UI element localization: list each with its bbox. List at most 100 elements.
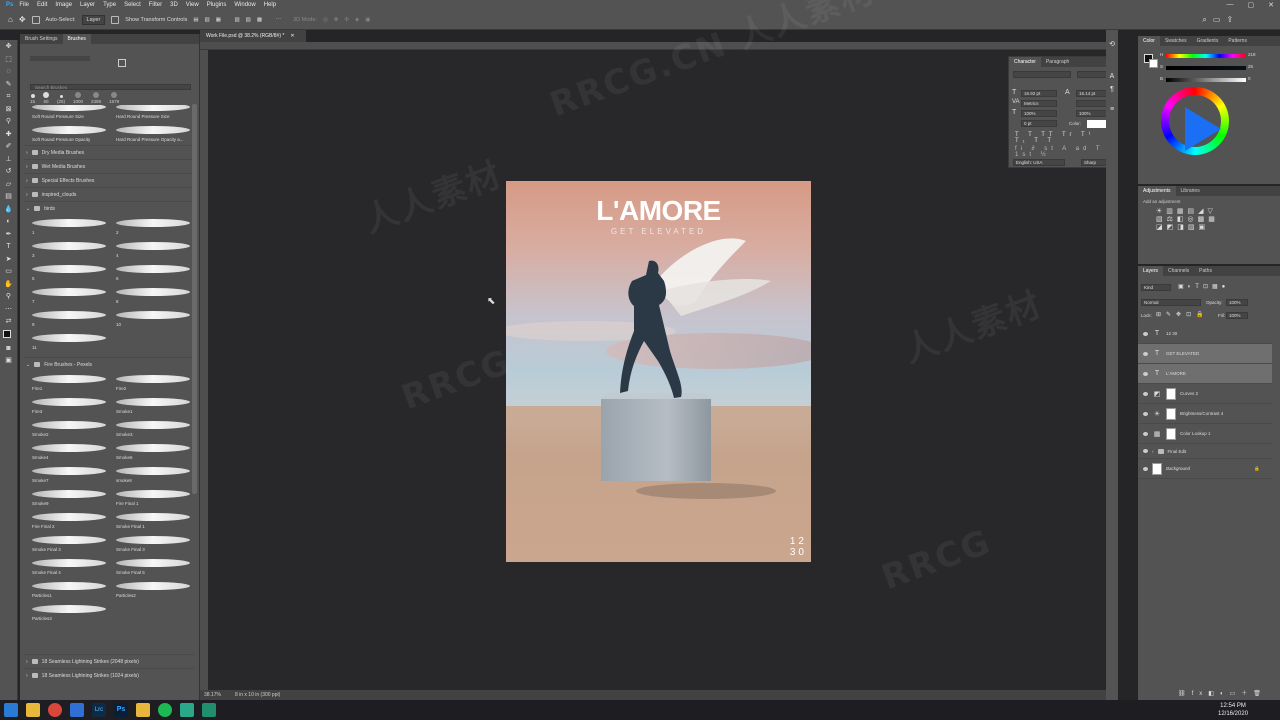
- hand-icon[interactable]: ✋: [4, 280, 14, 290]
- recent-brush[interactable]: 2398: [91, 92, 101, 104]
- brush-item[interactable]: Smoke7: [32, 463, 106, 486]
- document-tab[interactable]: Work File.psd @ 38.2% (RGB/8#) * ✕: [200, 30, 306, 42]
- properties-panel-icon[interactable]: ≡: [1107, 105, 1117, 115]
- brush-item[interactable]: Fire2: [116, 371, 190, 394]
- eye-icon[interactable]: [1143, 351, 1148, 356]
- brush-item[interactable]: 7: [32, 284, 106, 307]
- menu-plugins[interactable]: Plugins: [207, 2, 227, 8]
- share-icon[interactable]: ⇪: [1226, 15, 1233, 24]
- brush-item[interactable]: 4: [116, 238, 190, 261]
- stamp-icon[interactable]: ⊥: [4, 155, 14, 165]
- document-size[interactable]: 8 in x 10 in (300 ppi): [235, 692, 280, 698]
- brush-item[interactable]: Fire3: [32, 394, 106, 417]
- layer-row[interactable]: ◩ Curves 2: [1138, 384, 1272, 404]
- text-style-icons[interactable]: T T TT Tr T¹ T₁ T T: [1015, 132, 1113, 144]
- tab-brush-settings[interactable]: Brush Settings: [20, 34, 63, 44]
- tab-swatches[interactable]: Swatches: [1160, 36, 1192, 46]
- app-icon[interactable]: [180, 703, 194, 717]
- brush-item[interactable]: 3: [32, 238, 106, 261]
- brush-item[interactable]: Particles3: [32, 601, 106, 624]
- recent-brush[interactable]: 15: [30, 94, 35, 104]
- move-icon[interactable]: ✥: [4, 42, 14, 52]
- brush-item[interactable]: 9: [32, 307, 106, 330]
- eye-icon[interactable]: [1143, 331, 1148, 336]
- brush-item[interactable]: Smoke2: [32, 417, 106, 440]
- brush-folder[interactable]: › 18 Seamless Lightning Strikes (2048 pix…: [24, 654, 194, 668]
- brush-item[interactable]: Hard Round Pressure Size: [116, 105, 190, 122]
- move-tool-icon[interactable]: ✥: [19, 15, 26, 24]
- poster-artwork[interactable]: L'AMORE GET ELEVATED 12 30: [506, 181, 811, 562]
- menu-edit[interactable]: Edit: [37, 2, 47, 8]
- recent-brush[interactable]: 1679: [109, 92, 119, 104]
- color-triangle[interactable]: [1185, 107, 1221, 151]
- brush-item[interactable]: Smoke9: [32, 486, 106, 509]
- tab-adjustments[interactable]: Adjustments: [1138, 186, 1176, 196]
- layer-row[interactable]: T L'AMORE: [1138, 364, 1272, 384]
- tab-character[interactable]: Character: [1009, 57, 1041, 67]
- lock-icons[interactable]: ⊞✎✥⊡🔒: [1156, 311, 1209, 318]
- brush-icon[interactable]: ✐: [4, 142, 14, 152]
- layer-row[interactable]: ☀ Brightness/Contrast 4: [1138, 404, 1272, 424]
- auto-select-dropdown[interactable]: Layer: [81, 14, 106, 25]
- swap-colors-icon[interactable]: ⇄: [4, 317, 14, 327]
- brush-item[interactable]: Smoke Final 3: [116, 532, 190, 555]
- eye-icon[interactable]: [1143, 466, 1148, 471]
- recent-brush[interactable]: 60: [43, 92, 50, 104]
- brightness-slider[interactable]: [1166, 78, 1246, 82]
- brush-folder[interactable]: › 18 Seamless Lightning Strikes (1024 pix…: [24, 668, 194, 682]
- font-family-dropdown[interactable]: [1013, 71, 1071, 78]
- brush-panel-scrollbar[interactable]: [192, 104, 197, 494]
- brush-item[interactable]: 6: [116, 261, 190, 284]
- layer-row[interactable]: T 12 30: [1138, 324, 1272, 344]
- eyedropper-icon[interactable]: ⚲: [4, 117, 14, 127]
- blend-mode-dropdown[interactable]: Normal: [1141, 299, 1201, 306]
- paragraph-panel-icon[interactable]: ¶: [1107, 85, 1117, 95]
- h-value[interactable]: 218: [1248, 52, 1256, 57]
- recent-brush[interactable]: (25): [57, 95, 65, 104]
- brush-folder[interactable]: › Wet Media Brushes: [24, 159, 194, 173]
- brush-item[interactable]: Smoke Final 1: [116, 509, 190, 532]
- brush-folder-open[interactable]: ⌄ birds: [24, 201, 194, 215]
- path-select-icon[interactable]: ➤: [4, 255, 14, 265]
- brush-folder[interactable]: › inspired_clouds: [24, 187, 194, 201]
- eye-icon[interactable]: [1143, 391, 1148, 396]
- chrome-icon[interactable]: [48, 703, 62, 717]
- zoom-level[interactable]: 38.17%: [204, 692, 221, 698]
- history-panel-icon[interactable]: ⟲: [1107, 40, 1117, 50]
- menu-3d[interactable]: 3D: [170, 2, 178, 8]
- vertical-scale-field[interactable]: 100%: [1021, 110, 1057, 117]
- menu-window[interactable]: Window: [234, 2, 255, 8]
- ps-logo-icon[interactable]: Ps: [6, 2, 13, 8]
- brush-item[interactable]: Soft Round Pressure Opacity: [32, 122, 106, 145]
- home-icon[interactable]: ⌂: [8, 15, 13, 24]
- brush-folder[interactable]: › Special Effects Brushes: [24, 173, 194, 187]
- menu-type[interactable]: Type: [103, 2, 116, 8]
- font-size-field[interactable]: 16.92 pt: [1021, 90, 1057, 97]
- brush-search-input[interactable]: Search Brushes: [30, 84, 191, 90]
- tab-patterns[interactable]: Patterns: [1223, 36, 1252, 46]
- saturation-slider[interactable]: [1166, 66, 1246, 70]
- quick-select-icon[interactable]: ✎: [4, 80, 14, 90]
- brush-item[interactable]: Hard Round Pressure Opacity a...: [116, 122, 190, 145]
- shape-icon[interactable]: ▭: [4, 267, 14, 277]
- eraser-icon[interactable]: ▱: [4, 180, 14, 190]
- menu-help[interactable]: Help: [264, 2, 276, 8]
- menu-image[interactable]: Image: [55, 2, 72, 8]
- close-tab-icon[interactable]: ✕: [290, 33, 294, 39]
- chevron-right-icon[interactable]: ›: [1152, 449, 1154, 454]
- brush-item[interactable]: Particles2: [116, 578, 190, 601]
- windows-start-icon[interactable]: [4, 703, 18, 717]
- brush-item[interactable]: 10: [116, 307, 190, 330]
- crop-icon[interactable]: ⌗: [4, 92, 14, 102]
- brush-item[interactable]: 1: [32, 215, 106, 238]
- minimize-icon[interactable]: —: [1227, 1, 1234, 9]
- screen-mode-icon[interactable]: ▣: [4, 356, 14, 366]
- healing-icon[interactable]: ✚: [4, 130, 14, 140]
- brush-item[interactable]: Smoke1: [116, 394, 190, 417]
- spotify-icon[interactable]: [158, 703, 172, 717]
- brush-item[interactable]: Smoke Final 3: [32, 532, 106, 555]
- brush-item[interactable]: smoke8: [116, 463, 190, 486]
- tab-gradients[interactable]: Gradients: [1192, 36, 1224, 46]
- adjustment-icons-row[interactable]: ▧⚖◧◎▩▦: [1138, 215, 1280, 223]
- brush-item[interactable]: Soft Round Pressure Size: [32, 105, 106, 122]
